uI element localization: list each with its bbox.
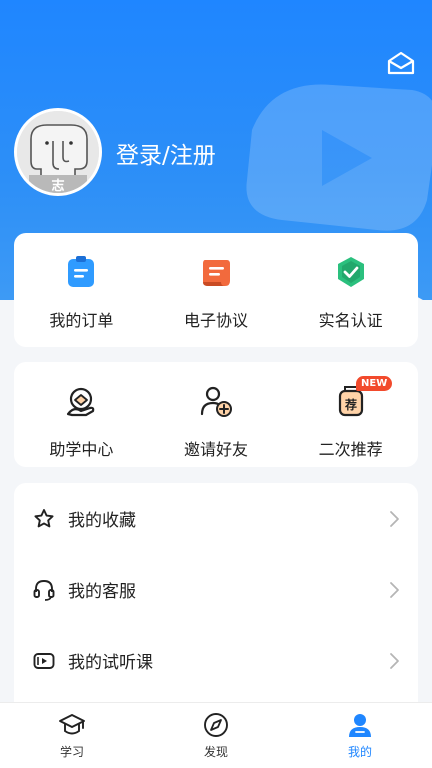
compass-icon xyxy=(204,713,228,737)
avatar-text: 志 xyxy=(51,178,64,193)
mail-icon[interactable] xyxy=(386,50,416,76)
quick-action-label: 实名认证 xyxy=(318,311,383,330)
menu-item-trial-classes[interactable]: 我的试听课 xyxy=(14,625,418,696)
star-icon xyxy=(34,508,54,527)
menu-item-label: 我的收藏 xyxy=(68,511,136,531)
chevron-right-icon xyxy=(390,652,399,669)
service-label: 助学中心 xyxy=(49,440,114,459)
quick-action-agreement[interactable]: 电子协议 xyxy=(149,233,284,347)
tab-label: 我的 xyxy=(347,745,372,759)
tab-label: 发现 xyxy=(203,745,228,759)
tab-mine[interactable]: 我的 xyxy=(288,703,432,768)
service-label: 邀请好友 xyxy=(184,440,249,459)
quick-action-verify[interactable]: 实名认证 xyxy=(283,233,418,347)
service-study-center[interactable]: 助学中心 xyxy=(14,362,149,467)
quick-action-orders[interactable]: 我的订单 xyxy=(14,233,149,347)
service-label: 二次推荐 xyxy=(318,440,383,459)
menu-item-customer-service[interactable]: 我的客服 xyxy=(14,554,418,625)
quick-action-label: 电子协议 xyxy=(184,311,249,330)
login-register-link[interactable]: 登录/注册 xyxy=(116,136,216,170)
new-badge: NEW xyxy=(356,376,393,391)
quick-actions-card: 我的订单 电子协议 实名认证 xyxy=(14,233,418,347)
shield-check-icon xyxy=(337,257,364,287)
avatar[interactable]: 志 xyxy=(14,108,102,196)
video-icon xyxy=(33,652,55,669)
tab-label: 学习 xyxy=(59,745,84,759)
quick-action-label: 我的订单 xyxy=(49,311,114,330)
headset-icon xyxy=(33,579,55,601)
svg-text:荐: 荐 xyxy=(344,397,357,412)
scroll-icon xyxy=(203,260,230,286)
clipboard-icon xyxy=(68,256,95,287)
decorative-play-shape xyxy=(246,84,432,231)
user-icon xyxy=(349,714,371,737)
service-invite-friends[interactable]: 邀请好友 xyxy=(149,362,284,467)
service-recommend[interactable]: 荐 二次推荐 xyxy=(283,362,418,467)
menu-list-card: 我的收藏 我的客服 我的试听课 xyxy=(14,483,418,713)
chevron-right-icon xyxy=(390,510,399,527)
bottom-tab-bar: 学习 发现 我的 xyxy=(0,702,432,768)
support-center-icon xyxy=(67,387,95,417)
tab-discover[interactable]: 发现 xyxy=(144,703,288,768)
menu-item-favorites[interactable]: 我的收藏 xyxy=(14,483,418,554)
menu-item-label: 我的客服 xyxy=(68,582,136,602)
chevron-right-icon xyxy=(390,581,399,598)
add-friend-icon xyxy=(200,386,232,417)
menu-item-label: 我的试听课 xyxy=(68,653,153,673)
graduation-cap-icon xyxy=(59,714,85,735)
elephant-avatar-icon: 志 xyxy=(17,111,99,193)
tab-study[interactable]: 学习 xyxy=(0,703,144,768)
